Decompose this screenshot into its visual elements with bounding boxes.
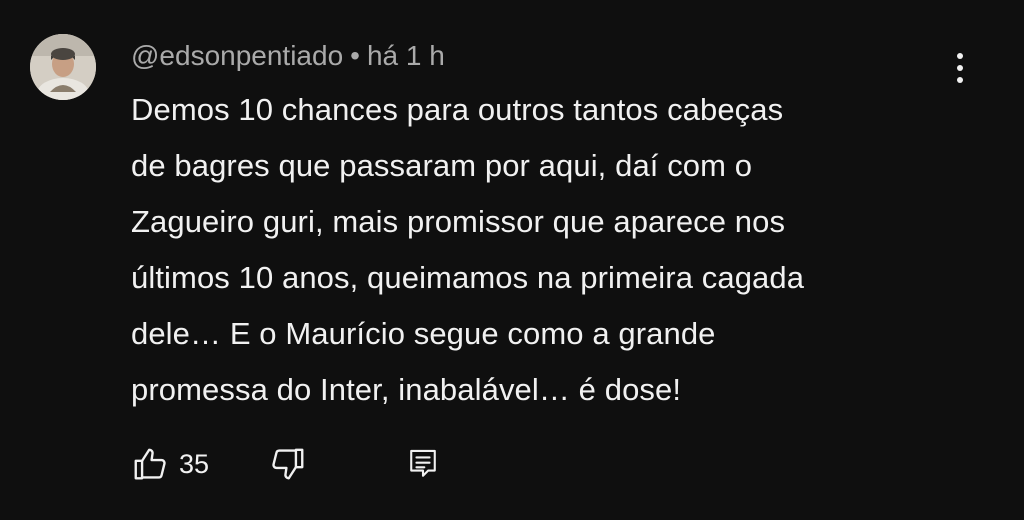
more-vertical-icon [957,53,963,83]
avatar-photo [30,34,96,100]
thumbs-down-icon [269,445,307,483]
like-button[interactable]: 35 [131,445,209,483]
thumbs-up-icon [131,445,169,483]
comment-thread: @edsonpentiado • há 1 h Demos 10 chances… [0,0,1024,520]
author-name[interactable]: @edsonpentiado [131,40,343,72]
dislike-button[interactable] [269,445,307,483]
comment-header: @edsonpentiado • há 1 h [131,38,445,74]
comment-text: Demos 10 chances para outros tantos cabe… [131,92,805,407]
comment-actions: 35 [131,442,439,486]
timestamp[interactable]: há 1 h [367,40,445,72]
avatar[interactable] [30,34,96,100]
reply-comment-icon [407,447,439,481]
reply-button[interactable] [407,447,439,481]
like-count: 35 [179,448,210,479]
separator-dot: • [350,40,360,71]
